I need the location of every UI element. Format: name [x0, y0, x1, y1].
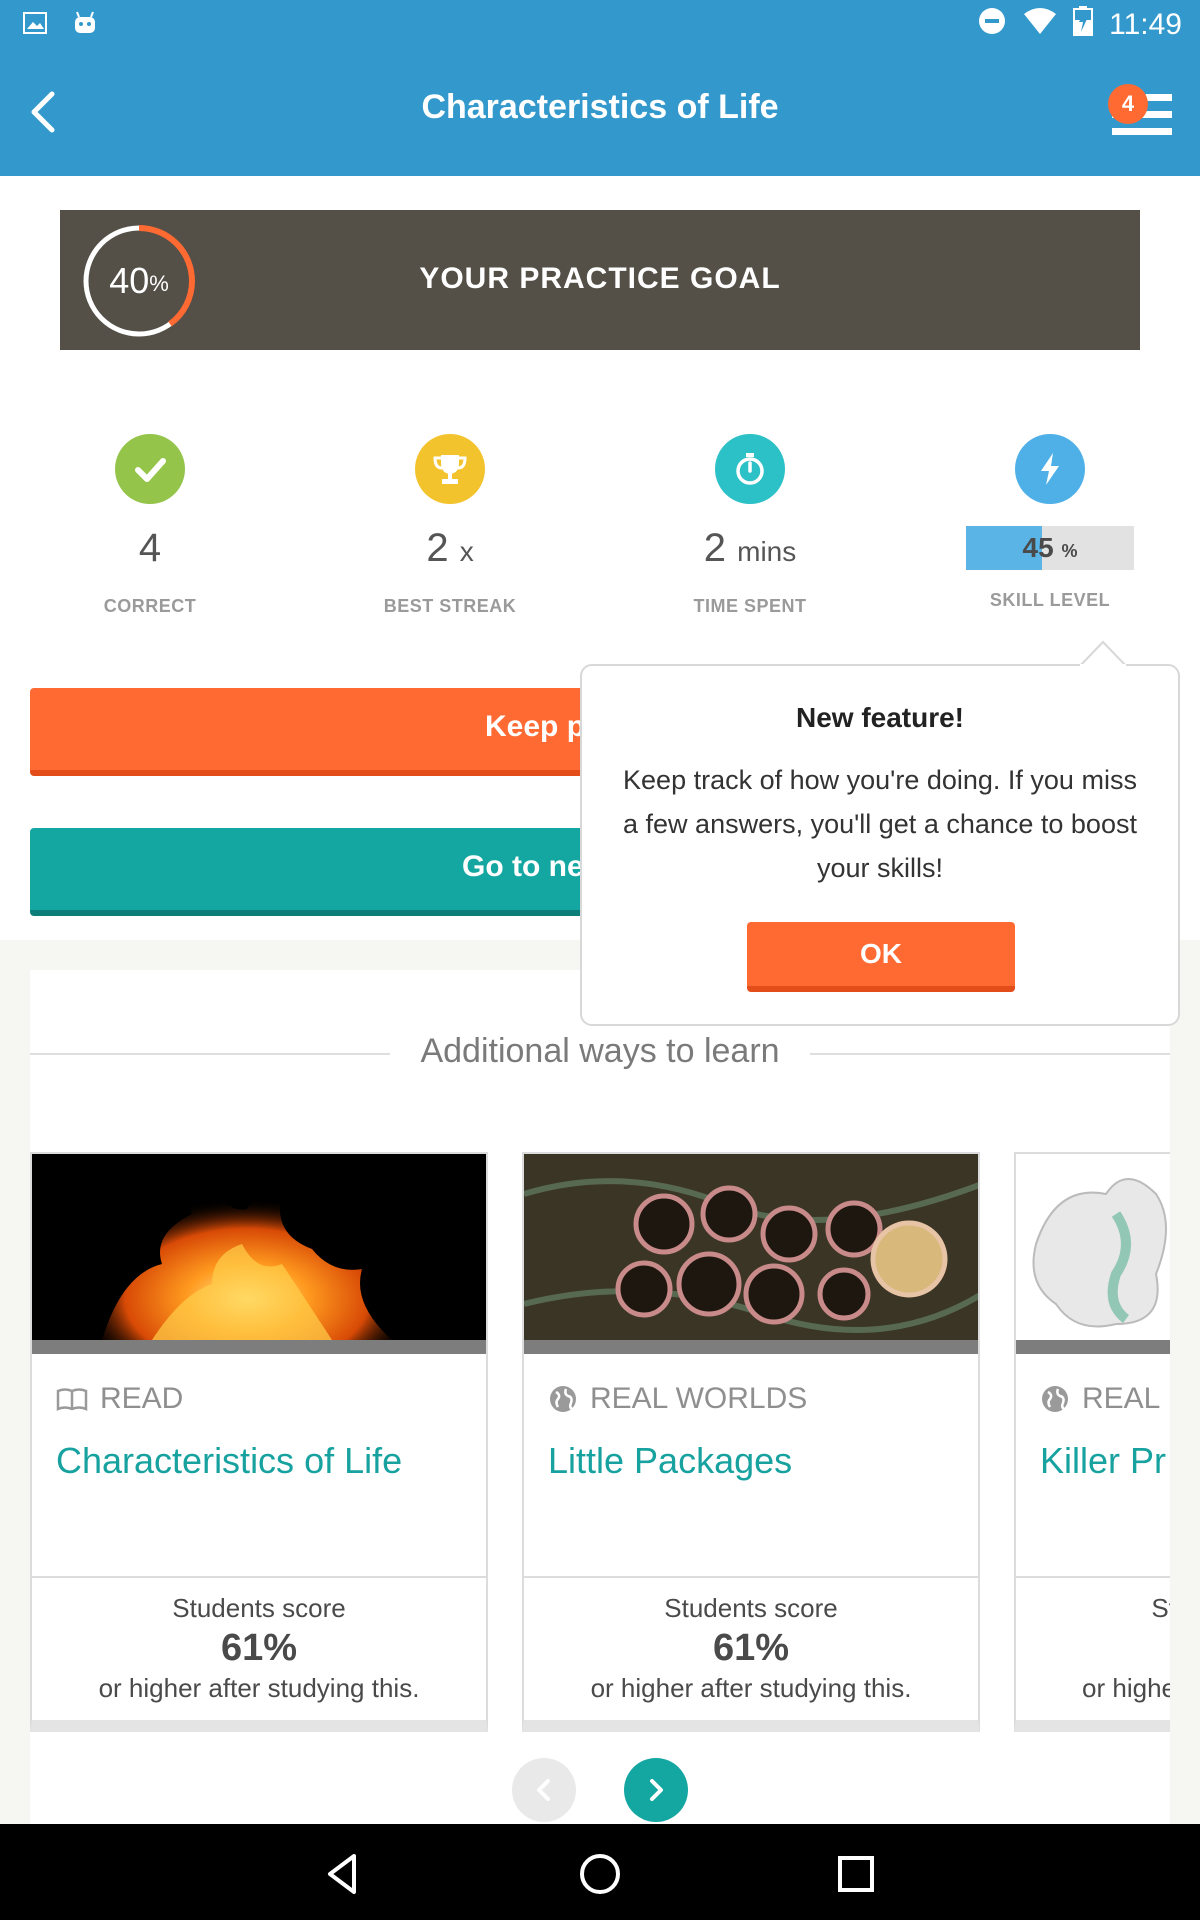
stat-label: SKILL LEVEL	[989, 590, 1111, 610]
chevron-left-icon	[537, 1779, 550, 1801]
checkmark-icon	[115, 434, 185, 504]
card-type: REAL WORLDS	[548, 1382, 807, 1416]
globe-icon	[550, 1386, 576, 1412]
battery-charging-icon	[1073, 6, 1094, 44]
protein-structure-image	[1016, 1154, 1170, 1340]
stat-label: TIME SPENT	[693, 596, 807, 616]
stat-value: 2 mins	[703, 526, 797, 570]
wifi-icon	[1023, 6, 1057, 44]
stat-value: 4	[138, 526, 162, 570]
section-title: Additional ways to learn	[30, 1032, 1170, 1071]
do-not-disturb-icon	[977, 6, 1007, 44]
page-title: Characteristics of Life	[421, 88, 779, 126]
triangle-back-icon	[328, 1854, 356, 1894]
lightning-bolt-icon	[1015, 434, 1085, 504]
circle-home-icon	[580, 1854, 620, 1894]
square-recents-icon	[838, 1856, 874, 1892]
stat-correct: 4 CORRECT	[50, 434, 250, 617]
stat-time-spent: 2 mins TIME SPENT	[650, 434, 850, 617]
fire-image	[32, 1154, 486, 1340]
trophy-icon	[415, 434, 485, 504]
status-bar: 11:49	[0, 0, 1200, 50]
popover-body: Keep track of how you're doing. If you m…	[623, 765, 1137, 883]
stat-best-streak: 2 x BEST STREAK	[350, 434, 550, 617]
android-notification-icon	[72, 10, 98, 41]
learning-card-read[interactable]: READ Characteristics of Life Students sc…	[30, 1152, 488, 1732]
new-feature-popover: New feature! Keep track of how you're do…	[580, 664, 1180, 1026]
learning-card-real-worlds-partial[interactable]: REAL Killer Pr St or highe	[1014, 1152, 1170, 1732]
ok-button[interactable]: OK	[747, 922, 1015, 992]
card-score: Students score 61% or higher after study…	[98, 1593, 420, 1703]
additional-ways-panel: Additional ways to learn READ Characteri…	[30, 970, 1170, 1824]
popover-title: New feature!	[795, 702, 965, 733]
card-title[interactable]: Little Packages	[548, 1440, 792, 1482]
plant-cells-image	[524, 1154, 978, 1340]
skill-level-value: 45 %	[1022, 532, 1078, 563]
card-score: St or highe	[1082, 1593, 1170, 1703]
card-score: Students score 61% or higher after study…	[590, 1593, 912, 1703]
chevron-right-icon	[650, 1779, 663, 1801]
system-nav-bar	[0, 1824, 1200, 1920]
carousel-next-button[interactable]	[624, 1758, 688, 1822]
goal-label: YOUR PRACTICE GOAL	[419, 262, 781, 295]
card-title[interactable]: Characteristics of Life	[56, 1440, 402, 1482]
learning-card-real-worlds[interactable]: REAL WORLDS Little Packages Students sco…	[522, 1152, 980, 1732]
stat-skill-level: 45 % SKILL LEVEL	[950, 434, 1150, 611]
popover-arrow-mask	[1080, 664, 1126, 668]
card-type: READ	[56, 1382, 183, 1416]
book-icon	[56, 1388, 88, 1411]
nav-recents-button[interactable]	[828, 1846, 884, 1902]
app-bar: Characteristics of Life 4	[0, 50, 1200, 176]
practice-goal-banner[interactable]: 40% YOUR PRACTICE GOAL	[60, 210, 1140, 350]
stat-label: CORRECT	[103, 596, 197, 616]
carousel-prev-button[interactable]	[512, 1758, 576, 1822]
globe-icon	[1042, 1386, 1068, 1412]
nav-back-button[interactable]	[316, 1846, 372, 1902]
stat-label: BEST STREAK	[383, 596, 517, 616]
notification-badge: 4	[1108, 84, 1148, 124]
stat-value: 2 x	[426, 526, 474, 570]
menu-button[interactable]: 4	[1108, 84, 1174, 144]
card-type: REAL	[1040, 1382, 1160, 1416]
card-title[interactable]: Killer Pr	[1040, 1440, 1166, 1482]
stopwatch-icon	[715, 434, 785, 504]
skill-level-bar: 45 %	[966, 526, 1134, 570]
status-time: 11:49	[1109, 8, 1182, 41]
nav-home-button[interactable]	[572, 1846, 628, 1902]
image-notification-icon	[22, 10, 48, 41]
